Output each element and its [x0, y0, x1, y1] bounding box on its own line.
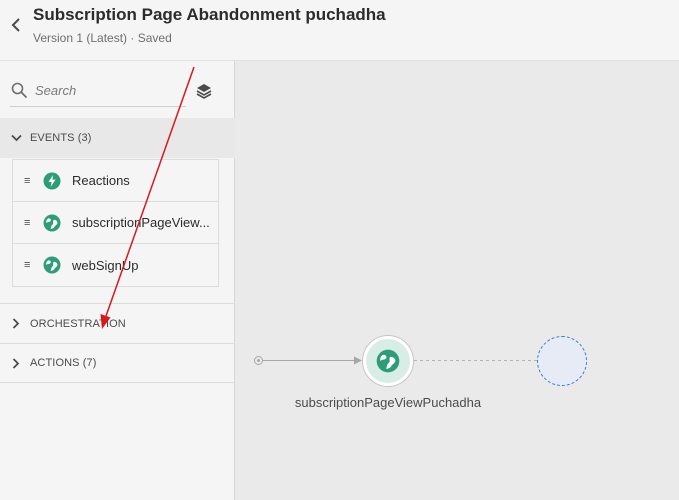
palette-sidebar: EVENTS (3) ≡ Reactions ≡ subscriptionPag…	[0, 61, 235, 500]
version-status: Version 1 (Latest) · Saved	[33, 31, 172, 45]
event-node-label: subscriptionPageViewPuchadha	[294, 395, 482, 410]
section-actions[interactable]: ACTIONS (7)	[0, 343, 235, 383]
event-item-web-sign-up[interactable]: ≡ webSignUp	[13, 244, 218, 286]
empty-step-placeholder[interactable]	[537, 336, 587, 386]
journey-title: Subscription Page Abandonment puchadha	[33, 5, 386, 24]
journey-canvas[interactable]	[236, 61, 679, 500]
section-events-label: EVENTS (3)	[30, 132, 92, 144]
event-list: ≡ Reactions ≡ subscriptionPageView... ≡ …	[12, 159, 219, 287]
globe-icon	[376, 349, 400, 373]
section-actions-label: ACTIONS (7)	[30, 357, 97, 369]
globe-icon	[43, 256, 61, 274]
search-input[interactable]	[35, 83, 175, 98]
chevron-left-icon	[11, 18, 20, 32]
chevron-right-icon	[9, 317, 23, 331]
event-item-subscription-page-view[interactable]: ≡ subscriptionPageView...	[13, 202, 218, 244]
globe-icon	[43, 214, 61, 232]
search-field	[10, 75, 186, 107]
drag-handle-icon[interactable]: ≡	[24, 217, 34, 229]
journey-start-point	[254, 356, 263, 365]
section-orchestration[interactable]: ORCHESTRATION	[0, 303, 235, 343]
lightning-icon	[43, 172, 61, 190]
section-orchestration-label: ORCHESTRATION	[30, 317, 126, 330]
search-icon	[11, 82, 29, 100]
layers-icon[interactable]	[194, 81, 214, 101]
drag-handle-icon[interactable]: ≡	[24, 259, 34, 271]
chevron-down-icon	[9, 131, 23, 145]
drag-handle-icon[interactable]: ≡	[24, 175, 34, 187]
event-label: webSignUp	[72, 257, 139, 273]
event-item-reactions[interactable]: ≡ Reactions	[13, 160, 218, 202]
event-label: subscriptionPageView...	[72, 215, 210, 230]
search-row	[10, 75, 224, 109]
chevron-right-icon	[9, 356, 23, 370]
event-label: Reactions	[72, 173, 130, 188]
event-node[interactable]	[363, 336, 413, 386]
top-header: Subscription Page Abandonment puchadha V…	[0, 0, 679, 61]
back-button[interactable]	[8, 16, 24, 34]
section-events[interactable]: EVENTS (3)	[0, 118, 235, 158]
